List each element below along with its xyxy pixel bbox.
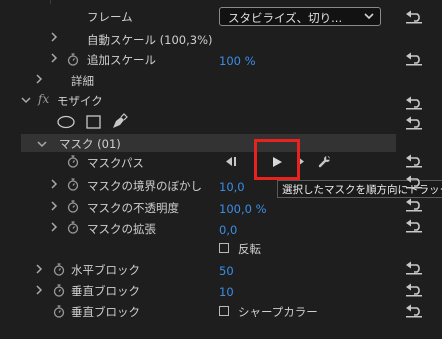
additional-scale-row: 追加スケール 100 % xyxy=(0,49,442,69)
mask-group-label: マスク (01) xyxy=(59,137,121,151)
frame-row: フレーム スタビライズ、切り... xyxy=(0,7,442,27)
reset-arrow-icon[interactable] xyxy=(405,52,423,66)
additional-scale-label: 追加スケール xyxy=(87,53,156,67)
mask-path-label: マスクパス xyxy=(87,156,144,170)
sharp-colors-row: 垂直ブロック シャープカラー xyxy=(0,301,442,321)
frame-dropdown-value: スタビライズ、切り... xyxy=(228,11,343,25)
reset-arrow-icon[interactable] xyxy=(405,304,423,318)
reset-arrow-icon[interactable] xyxy=(405,219,423,233)
stopwatch-icon[interactable] xyxy=(67,155,79,171)
mask-opacity-value[interactable]: 100,0 % xyxy=(219,202,267,216)
rectangle-mask-icon[interactable] xyxy=(86,115,101,132)
reset-arrow-icon[interactable] xyxy=(405,198,423,212)
reset-arrow-icon[interactable] xyxy=(405,283,423,297)
additional-scale-value[interactable]: 100 % xyxy=(219,54,256,68)
reset-arrow-icon[interactable] xyxy=(405,10,423,24)
chevron-right-icon[interactable] xyxy=(35,284,43,299)
mask-opacity-row: マスクの不透明度 100,0 % xyxy=(0,196,442,216)
details-row: 詳細 xyxy=(0,69,442,89)
mask-feather-value[interactable]: 10,0 xyxy=(219,180,245,194)
mask-group-row[interactable]: マスク (01) xyxy=(21,134,396,152)
stopwatch-icon[interactable] xyxy=(67,178,79,194)
horizontal-blocks-label: 水平ブロック xyxy=(71,263,140,277)
top-cut-row xyxy=(75,0,375,2)
vertical-blocks-label: 垂直ブロック xyxy=(71,284,140,298)
chevron-down-icon[interactable] xyxy=(36,138,48,152)
mask-feather-row: マスクの境界のぼかし 10,0 xyxy=(0,174,442,194)
frame-dropdown[interactable]: スタビライズ、切り... xyxy=(219,7,381,26)
chevron-right-icon[interactable] xyxy=(35,73,43,88)
mosaic-effect-row: fx モザイク xyxy=(0,90,442,110)
stopwatch-icon[interactable] xyxy=(53,284,65,300)
vertical-blocks-label-2: 垂直ブロック xyxy=(71,305,140,319)
reset-arrow-icon[interactable] xyxy=(405,116,423,130)
inverted-checkbox[interactable] xyxy=(219,243,229,253)
stopwatch-icon[interactable] xyxy=(53,263,65,279)
chevron-right-icon[interactable] xyxy=(50,200,58,215)
frame-label: フレーム xyxy=(87,10,133,24)
sharp-colors-checkbox[interactable] xyxy=(219,306,229,316)
chevron-down-icon xyxy=(363,9,375,26)
chevron-right-icon[interactable] xyxy=(50,31,58,46)
mask-expansion-value[interactable]: 0,0 xyxy=(219,223,237,237)
stopwatch-icon[interactable] xyxy=(67,200,79,216)
sharp-colors-label: シャープカラー xyxy=(238,305,318,319)
auto-scale-row: 自動スケール (100,3%) xyxy=(0,29,442,49)
track-backward-one-frame-icon[interactable] xyxy=(224,156,238,170)
reset-arrow-icon[interactable] xyxy=(405,175,423,189)
mask-tools-row xyxy=(0,113,442,133)
vertical-blocks-value[interactable]: 10 xyxy=(219,285,234,299)
chevron-right-icon[interactable] xyxy=(50,221,58,236)
reset-arrow-icon[interactable] xyxy=(405,261,423,275)
chevron-right-icon[interactable] xyxy=(50,178,58,193)
wrench-icon[interactable] xyxy=(318,155,331,171)
mask-feather-label: マスクの境界のぼかし xyxy=(87,179,202,193)
stopwatch-icon[interactable] xyxy=(53,305,65,321)
horizontal-blocks-row: 水平ブロック 50 xyxy=(0,259,442,279)
mask-opacity-label: マスクの不透明度 xyxy=(87,201,179,215)
details-label: 詳細 xyxy=(71,74,94,88)
chevron-down-icon[interactable] xyxy=(20,94,32,108)
fx-badge[interactable]: fx xyxy=(38,92,49,106)
ellipse-mask-icon[interactable] xyxy=(57,115,75,132)
mask-expansion-label: マスクの拡張 xyxy=(87,222,156,236)
mask-expansion-row: マスクの拡張 0,0 xyxy=(0,217,442,237)
auto-scale-label: 自動スケール (100,3%) xyxy=(87,33,213,47)
pen-mask-icon[interactable] xyxy=(110,113,128,134)
stopwatch-icon[interactable] xyxy=(67,221,79,237)
vertical-blocks-row: 垂直ブロック 10 xyxy=(0,280,442,300)
inverted-label: 反転 xyxy=(238,242,261,256)
inverted-row: 反転 xyxy=(0,238,442,258)
chevron-right-icon[interactable] xyxy=(35,263,43,278)
horizontal-blocks-value[interactable]: 50 xyxy=(219,264,234,278)
stopwatch-icon[interactable] xyxy=(67,53,79,69)
reset-arrow-icon[interactable] xyxy=(405,96,423,110)
mosaic-label: モザイク xyxy=(57,94,103,108)
mask-path-row: マスクパス xyxy=(0,151,442,171)
reset-arrow-icon[interactable] xyxy=(405,154,423,168)
chevron-right-icon[interactable] xyxy=(50,52,58,67)
